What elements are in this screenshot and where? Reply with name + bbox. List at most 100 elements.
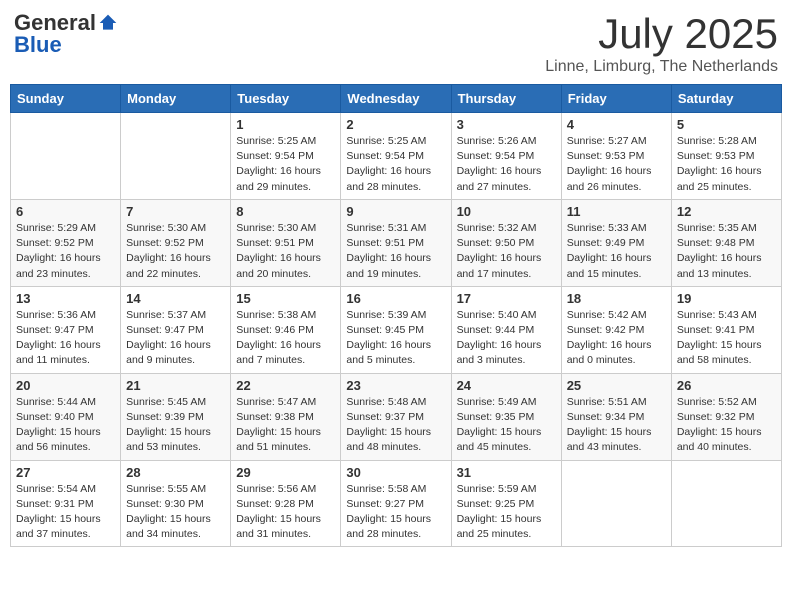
calendar-cell: 19 Sunrise: 5:43 AM Sunset: 9:41 PM Dayli… [671, 286, 781, 373]
day-number: 30 [346, 465, 445, 480]
day-info: Sunrise: 5:47 AM Sunset: 9:38 PM Dayligh… [236, 395, 335, 456]
calendar-cell: 21 Sunrise: 5:45 AM Sunset: 9:39 PM Dayli… [121, 373, 231, 460]
calendar-cell: 29Sunrise: 5:56 AM Sunset: 9:28 PM Dayli… [231, 460, 341, 547]
calendar-cell: 1 Sunrise: 5:25 AM Sunset: 9:54 PM Daylig… [231, 113, 341, 200]
day-number: 14 [126, 291, 225, 306]
calendar-cell: 2 Sunrise: 5:25 AM Sunset: 9:54 PM Daylig… [341, 113, 451, 200]
calendar-cell [671, 460, 781, 547]
calendar-cell [11, 113, 121, 200]
day-number: 4 [567, 117, 666, 132]
logo-icon [98, 13, 118, 33]
day-info: Sunrise: 5:58 AM Sunset: 9:27 PM Dayligh… [346, 482, 445, 543]
calendar-cell: 22 Sunrise: 5:47 AM Sunset: 9:38 PM Dayli… [231, 373, 341, 460]
day-number: 11 [567, 204, 666, 219]
day-info: Sunrise: 5:40 AM Sunset: 9:44 PM Dayligh… [457, 308, 556, 369]
day-number: 20 [16, 378, 115, 393]
weekday-header-tuesday: Tuesday [231, 85, 341, 113]
calendar-cell: 11 Sunrise: 5:33 AM Sunset: 9:49 PM Dayli… [561, 199, 671, 286]
day-number: 26 [677, 378, 776, 393]
day-number: 5 [677, 117, 776, 132]
day-info: Sunrise: 5:52 AM Sunset: 9:32 PM Dayligh… [677, 395, 776, 456]
day-number: 28 [126, 465, 225, 480]
week-row-2: 6 Sunrise: 5:29 AM Sunset: 9:52 PM Daylig… [11, 199, 782, 286]
calendar-cell: 25 Sunrise: 5:51 AM Sunset: 9:34 PM Dayli… [561, 373, 671, 460]
week-row-3: 13 Sunrise: 5:36 AM Sunset: 9:47 PM Dayli… [11, 286, 782, 373]
day-number: 10 [457, 204, 556, 219]
day-number: 13 [16, 291, 115, 306]
month-title: July 2025 [545, 10, 778, 58]
day-number: 1 [236, 117, 335, 132]
day-number: 16 [346, 291, 445, 306]
calendar-cell: 12Sunrise: 5:35 AM Sunset: 9:48 PM Dayli… [671, 199, 781, 286]
day-info: Sunrise: 5:25 AM Sunset: 9:54 PM Dayligh… [236, 134, 335, 195]
calendar-cell: 7Sunrise: 5:30 AM Sunset: 9:52 PM Daylig… [121, 199, 231, 286]
weekday-header-sunday: Sunday [11, 85, 121, 113]
calendar-cell: 4 Sunrise: 5:27 AM Sunset: 9:53 PM Daylig… [561, 113, 671, 200]
day-number: 24 [457, 378, 556, 393]
day-info: Sunrise: 5:36 AM Sunset: 9:47 PM Dayligh… [16, 308, 115, 369]
day-number: 15 [236, 291, 335, 306]
day-info: Sunrise: 5:56 AM Sunset: 9:28 PM Dayligh… [236, 482, 335, 543]
day-number: 25 [567, 378, 666, 393]
day-number: 31 [457, 465, 556, 480]
day-info: Sunrise: 5:26 AM Sunset: 9:54 PM Dayligh… [457, 134, 556, 195]
calendar-cell: 10 Sunrise: 5:32 AM Sunset: 9:50 PM Dayli… [451, 199, 561, 286]
calendar-cell: 8Sunrise: 5:30 AM Sunset: 9:51 PM Daylig… [231, 199, 341, 286]
day-info: Sunrise: 5:59 AM Sunset: 9:25 PM Dayligh… [457, 482, 556, 543]
calendar-cell: 14 Sunrise: 5:37 AM Sunset: 9:47 PM Dayli… [121, 286, 231, 373]
location-title: Linne, Limburg, The Netherlands [545, 58, 778, 76]
calendar-table: SundayMondayTuesdayWednesdayThursdayFrid… [10, 84, 782, 547]
weekday-header-thursday: Thursday [451, 85, 561, 113]
calendar-cell: 16 Sunrise: 5:39 AM Sunset: 9:45 PM Dayli… [341, 286, 451, 373]
day-number: 8 [236, 204, 335, 219]
week-row-1: 1 Sunrise: 5:25 AM Sunset: 9:54 PM Daylig… [11, 113, 782, 200]
calendar-cell: 24 Sunrise: 5:49 AM Sunset: 9:35 PM Dayli… [451, 373, 561, 460]
calendar-cell: 5 Sunrise: 5:28 AM Sunset: 9:53 PM Daylig… [671, 113, 781, 200]
calendar-cell [561, 460, 671, 547]
calendar-cell: 31 Sunrise: 5:59 AM Sunset: 9:25 PM Dayli… [451, 460, 561, 547]
day-number: 27 [16, 465, 115, 480]
day-info: Sunrise: 5:49 AM Sunset: 9:35 PM Dayligh… [457, 395, 556, 456]
day-info: Sunrise: 5:39 AM Sunset: 9:45 PM Dayligh… [346, 308, 445, 369]
day-info: Sunrise: 5:33 AM Sunset: 9:49 PM Dayligh… [567, 221, 666, 282]
day-info: Sunrise: 5:45 AM Sunset: 9:39 PM Dayligh… [126, 395, 225, 456]
day-number: 21 [126, 378, 225, 393]
logo: General Blue [14, 10, 118, 58]
day-info: Sunrise: 5:43 AM Sunset: 9:41 PM Dayligh… [677, 308, 776, 369]
weekday-header-row: SundayMondayTuesdayWednesdayThursdayFrid… [11, 85, 782, 113]
calendar-cell: 3 Sunrise: 5:26 AM Sunset: 9:54 PM Daylig… [451, 113, 561, 200]
day-number: 6 [16, 204, 115, 219]
day-info: Sunrise: 5:44 AM Sunset: 9:40 PM Dayligh… [16, 395, 115, 456]
page-header: General Blue July 2025 Linne, Limburg, T… [10, 10, 782, 76]
weekday-header-friday: Friday [561, 85, 671, 113]
day-number: 2 [346, 117, 445, 132]
calendar-cell: 27Sunrise: 5:54 AM Sunset: 9:31 PM Dayli… [11, 460, 121, 547]
day-info: Sunrise: 5:31 AM Sunset: 9:51 PM Dayligh… [346, 221, 445, 282]
day-info: Sunrise: 5:25 AM Sunset: 9:54 PM Dayligh… [346, 134, 445, 195]
day-info: Sunrise: 5:48 AM Sunset: 9:37 PM Dayligh… [346, 395, 445, 456]
week-row-4: 20 Sunrise: 5:44 AM Sunset: 9:40 PM Dayli… [11, 373, 782, 460]
calendar-cell [121, 113, 231, 200]
calendar-cell: 26 Sunrise: 5:52 AM Sunset: 9:32 PM Dayli… [671, 373, 781, 460]
day-info: Sunrise: 5:29 AM Sunset: 9:52 PM Dayligh… [16, 221, 115, 282]
calendar-cell: 28Sunrise: 5:55 AM Sunset: 9:30 PM Dayli… [121, 460, 231, 547]
day-info: Sunrise: 5:51 AM Sunset: 9:34 PM Dayligh… [567, 395, 666, 456]
calendar-cell: 20 Sunrise: 5:44 AM Sunset: 9:40 PM Dayli… [11, 373, 121, 460]
calendar-cell: 13 Sunrise: 5:36 AM Sunset: 9:47 PM Dayli… [11, 286, 121, 373]
day-number: 12 [677, 204, 776, 219]
day-info: Sunrise: 5:28 AM Sunset: 9:53 PM Dayligh… [677, 134, 776, 195]
weekday-header-monday: Monday [121, 85, 231, 113]
week-row-5: 27Sunrise: 5:54 AM Sunset: 9:31 PM Dayli… [11, 460, 782, 547]
day-number: 3 [457, 117, 556, 132]
calendar-cell: 17 Sunrise: 5:40 AM Sunset: 9:44 PM Dayli… [451, 286, 561, 373]
calendar-cell: 30 Sunrise: 5:58 AM Sunset: 9:27 PM Dayli… [341, 460, 451, 547]
day-number: 7 [126, 204, 225, 219]
day-info: Sunrise: 5:32 AM Sunset: 9:50 PM Dayligh… [457, 221, 556, 282]
day-number: 17 [457, 291, 556, 306]
day-number: 22 [236, 378, 335, 393]
day-info: Sunrise: 5:27 AM Sunset: 9:53 PM Dayligh… [567, 134, 666, 195]
calendar-cell: 6 Sunrise: 5:29 AM Sunset: 9:52 PM Daylig… [11, 199, 121, 286]
day-number: 19 [677, 291, 776, 306]
day-info: Sunrise: 5:37 AM Sunset: 9:47 PM Dayligh… [126, 308, 225, 369]
day-number: 18 [567, 291, 666, 306]
